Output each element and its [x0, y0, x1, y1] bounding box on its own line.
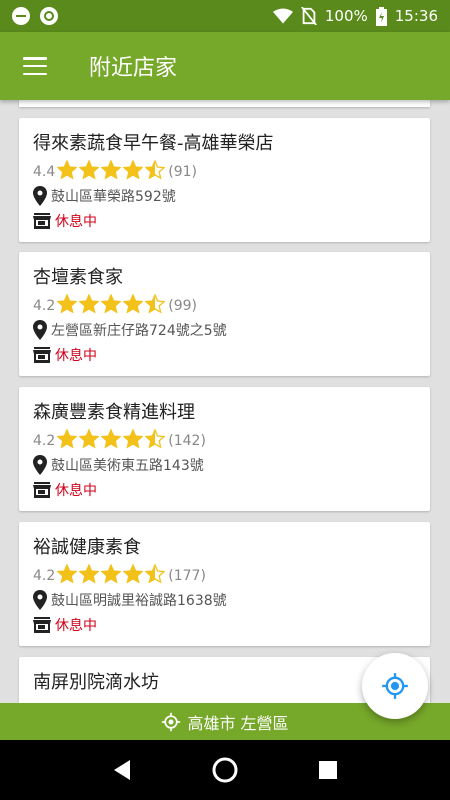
no-sim-icon	[300, 7, 317, 25]
shop-address: 鼓山區明誠里裕誠路1638號	[51, 593, 227, 609]
open-status: 休息中	[55, 348, 97, 364]
rating-row: 4.2 (177)	[33, 563, 416, 588]
star-full-icon	[56, 563, 79, 588]
wifi-icon	[272, 8, 293, 24]
page-title: 附近店家	[89, 56, 178, 81]
review-count: (142)	[168, 433, 206, 449]
back-button[interactable]	[102, 750, 142, 790]
open-status: 休息中	[55, 214, 97, 230]
star-full-icon	[122, 159, 145, 184]
address-row: 鼓山區華榮路592號	[33, 184, 416, 208]
star-full-icon	[122, 563, 145, 588]
star-full-icon	[56, 159, 79, 184]
system-nav-bar	[0, 740, 450, 800]
review-count: (91)	[168, 164, 198, 180]
star-full-icon	[122, 293, 145, 318]
star-rating	[56, 428, 167, 453]
home-circle-icon	[212, 757, 238, 783]
star-full-icon	[56, 428, 79, 453]
locate-me-button[interactable]	[362, 653, 428, 719]
rating-row: 4.2 (99)	[33, 293, 416, 318]
clock: 15:36	[394, 7, 438, 25]
location-label: 高雄市 左營區	[187, 713, 289, 733]
shop-address: 鼓山區華榮路592號	[51, 189, 176, 205]
store-icon	[33, 617, 51, 633]
address-row: 鼓山區明誠里裕誠路1638號	[33, 588, 416, 612]
shop-card[interactable]: 森廣豐素食精進料理 4.2 (142) 鼓山區美術東五路143號 休息中	[19, 387, 430, 511]
star-half-icon	[144, 428, 167, 453]
location-pin-icon	[33, 455, 47, 475]
menu-icon[interactable]	[23, 57, 47, 75]
status-bar: 100% 15:36	[0, 0, 450, 32]
app-bar: 附近店家	[0, 32, 450, 100]
rating-value: 4.2	[33, 568, 56, 584]
recents-button[interactable]	[308, 750, 348, 790]
shop-name: 南屏別院滴水坊	[33, 672, 159, 693]
shop-card[interactable]: 得來素蔬食早午餐-高雄華榮店 4.4 (91) 鼓山區華榮路592號 休息中	[19, 118, 430, 242]
recents-square-icon	[319, 761, 338, 779]
rating-row: 4.2 (142)	[33, 428, 416, 453]
star-full-icon	[122, 428, 145, 453]
address-row: 鼓山區美術東五路143號	[33, 453, 416, 477]
star-rating	[56, 159, 167, 184]
review-count: (177)	[168, 568, 206, 584]
back-triangle-icon	[113, 760, 130, 780]
store-icon	[33, 347, 51, 363]
shop-address: 左營區新庄仔路724號之5號	[51, 323, 227, 339]
star-full-icon	[100, 428, 123, 453]
minus-circle-icon	[12, 7, 30, 25]
open-status: 休息中	[55, 483, 97, 499]
shop-name: 得來素蔬食早午餐-高雄華榮店	[33, 133, 274, 154]
ring-circle-icon	[40, 7, 58, 25]
rating-value: 4.4	[33, 164, 56, 180]
address-row: 左營區新庄仔路724號之5號	[33, 318, 416, 342]
shop-address: 鼓山區美術東五路143號	[51, 458, 204, 474]
status-row: 休息中	[33, 343, 416, 367]
shop-name: 裕誠健康素食	[33, 537, 141, 558]
shop-name: 杏壇素食家	[33, 267, 123, 288]
star-rating	[56, 293, 167, 318]
rating-value: 4.2	[33, 298, 56, 314]
star-half-icon	[144, 159, 167, 184]
crosshair-icon	[162, 712, 181, 731]
shop-name: 森廣豐素食精進料理	[33, 402, 195, 423]
location-pin-icon	[33, 186, 47, 206]
star-half-icon	[144, 563, 167, 588]
gps-target-icon	[382, 673, 408, 699]
star-full-icon	[78, 428, 101, 453]
rating-value: 4.2	[33, 433, 56, 449]
shop-card[interactable]: 裕誠健康素食 4.2 (177) 鼓山區明誠里裕誠路1638號 休息中	[19, 522, 430, 646]
star-full-icon	[100, 293, 123, 318]
star-rating	[56, 563, 167, 588]
battery-charging-icon	[375, 6, 387, 26]
star-full-icon	[78, 293, 101, 318]
shop-list[interactable]: 得來素蔬食早午餐-高雄華榮店 4.4 (91) 鼓山區華榮路592號 休息中 杏…	[0, 100, 450, 703]
shop-card[interactable]: 杏壇素食家 4.2 (99) 左營區新庄仔路724號之5號 休息中	[19, 252, 430, 376]
star-full-icon	[78, 563, 101, 588]
status-row: 休息中	[33, 613, 416, 637]
card-partial-top	[19, 100, 430, 107]
star-full-icon	[56, 293, 79, 318]
location-pin-icon	[33, 320, 47, 340]
star-half-icon	[144, 293, 167, 318]
review-count: (99)	[168, 298, 198, 314]
store-icon	[33, 482, 51, 498]
status-row: 休息中	[33, 478, 416, 502]
star-full-icon	[100, 159, 123, 184]
open-status: 休息中	[55, 618, 97, 634]
location-pin-icon	[33, 590, 47, 610]
status-row: 休息中	[33, 209, 416, 233]
rating-row: 4.4 (91)	[33, 159, 416, 184]
store-icon	[33, 213, 51, 229]
home-button[interactable]	[205, 750, 245, 790]
star-full-icon	[78, 159, 101, 184]
battery-percent: 100%	[324, 7, 368, 25]
star-full-icon	[100, 563, 123, 588]
